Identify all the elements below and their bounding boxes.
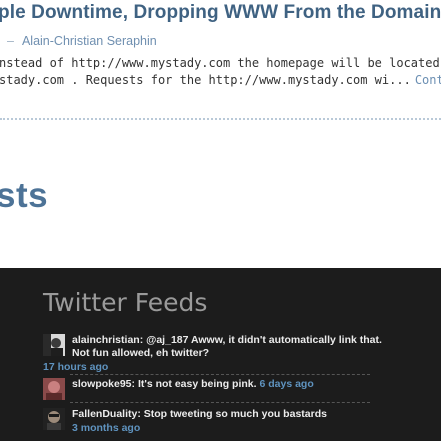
- tweet-timestamp-link[interactable]: 6 days ago: [259, 378, 313, 390]
- tweet-text: slowpoke95: It's not easy being pink. 6 …: [72, 378, 402, 391]
- post-title-link[interactable]: ple Downtime, Dropping WWW From the Doma…: [0, 2, 441, 24]
- tweet-body: slowpoke95: It's not easy being pink.: [72, 378, 257, 390]
- post-meta: – Alain-Christian Seraphin: [7, 34, 157, 48]
- tweet-divider: [70, 374, 370, 375]
- twitter-feeds-title: Twitter Feeds: [43, 288, 208, 317]
- page: ple Downtime, Dropping WWW From the Doma…: [0, 0, 441, 441]
- avatar[interactable]: [43, 408, 65, 430]
- tweet-text: alainchristian: @aj_187 Awww, it didn't …: [72, 334, 382, 359]
- tweet-divider: [70, 402, 370, 403]
- author-link[interactable]: Alain-Christian Seraphin: [22, 34, 157, 48]
- divider: [0, 118, 441, 120]
- avatar[interactable]: [43, 334, 65, 356]
- tweet-timestamp-link[interactable]: 3 months ago: [72, 422, 140, 435]
- post-excerpt-line: nstead of http://www.mystady.com the hom…: [0, 56, 440, 70]
- post-excerpt-line: stady.com . Requests for the http://www.…: [0, 73, 441, 87]
- excerpt-text: stady.com . Requests for the http://www.…: [0, 73, 411, 87]
- avatar[interactable]: [43, 378, 65, 400]
- tweet-timestamp-link[interactable]: 17 hours ago: [43, 361, 108, 374]
- continue-reading-link[interactable]: Cont: [415, 73, 441, 87]
- meta-dash: –: [7, 34, 14, 48]
- twitter-feeds-panel: Twitter Feeds alainchristian: @aj_187 Aw…: [0, 268, 441, 441]
- section-heading: sts: [0, 176, 49, 215]
- tweet-text: FallenDuality: Stop tweeting so much you…: [72, 408, 327, 420]
